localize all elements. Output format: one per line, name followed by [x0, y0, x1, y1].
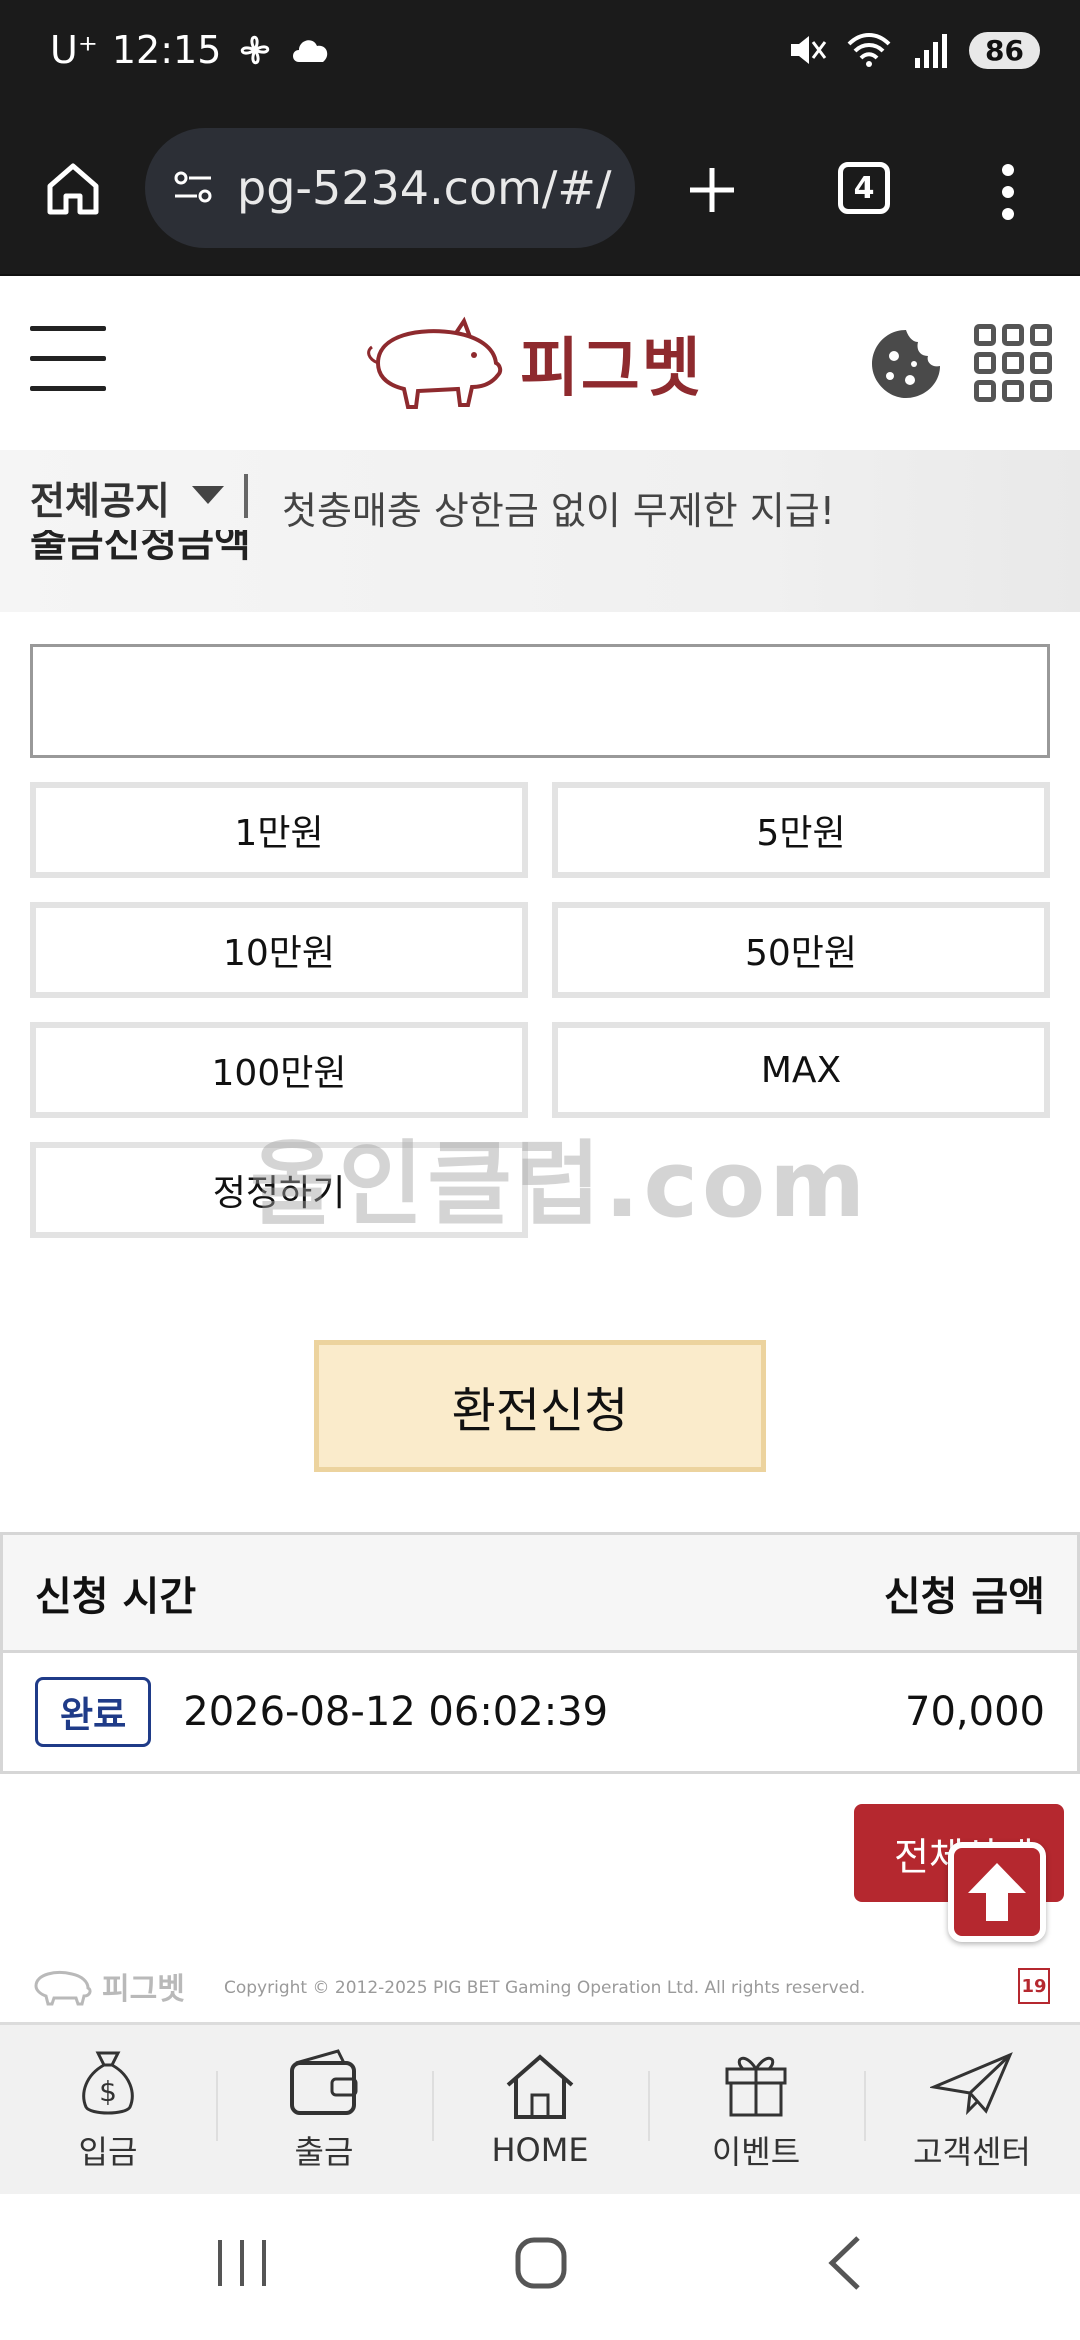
hamburger-menu-icon[interactable] [30, 326, 106, 398]
wifi-icon [847, 33, 891, 67]
url-text: pg-5234.com/#/ [237, 161, 612, 215]
nav-deposit-label: 입금 [78, 2132, 138, 2171]
caret-down-icon[interactable] [192, 486, 224, 504]
more-menu-icon[interactable] [996, 162, 1020, 222]
nav-withdraw-label: 출금 [294, 2132, 354, 2171]
preset-max-button[interactable]: MAX [552, 1022, 1050, 1118]
back-icon[interactable] [818, 2230, 878, 2296]
notice-category-label[interactable]: 전체공지 [30, 470, 170, 525]
money-bag-icon: $ [82, 2051, 134, 2114]
battery-level: 86 [969, 31, 1040, 69]
nav-home-label: HOME [491, 2130, 589, 2169]
table-header: 신청 시간 신청 금액 [3, 1535, 1077, 1653]
status-badge: 완료 [35, 1677, 152, 1747]
recent-apps-icon[interactable] [212, 2230, 272, 2296]
exchange-request-button[interactable]: 환전신청 [314, 1340, 766, 1472]
pinwheel-icon [241, 35, 270, 65]
nav-support[interactable]: 고객센터 [864, 2025, 1080, 2194]
header-request-time: 신청 시간 [35, 1573, 197, 1620]
scroll-top-button[interactable] [948, 1842, 1046, 1942]
withdraw-amount-label: 출금신청금액 [30, 530, 251, 566]
footer: 피그벳 Copyright © 2012-2025 PIG BET Gaming… [0, 1964, 1080, 2018]
age-restriction-badge: 19 [1018, 1968, 1050, 2004]
notice-divider [244, 474, 248, 518]
copyright-text: Copyright © 2012-2025 PIG BET Gaming Ope… [224, 1978, 866, 1998]
wallet-icon [290, 2048, 358, 2115]
status-bar: U⁺ 12:15 86 [0, 0, 1080, 108]
nav-support-label: 고객센터 [913, 2132, 1031, 2171]
paper-plane-icon [930, 2051, 1013, 2115]
svg-text:$: $ [99, 2075, 117, 2108]
nav-event[interactable]: 이벤트 [648, 2025, 864, 2194]
arrow-up-icon [968, 1863, 1026, 1921]
home-button-icon[interactable] [512, 2230, 572, 2296]
request-history-table: 신청 시간 신청 금액 완료 2026-08-12 06:02:39 70,00… [0, 1532, 1080, 1774]
footer-logo: 피그벳 [30, 1964, 185, 2008]
logo-text: 피그벳 [520, 332, 703, 406]
site-settings-icon[interactable] [169, 164, 217, 212]
cookie-icon[interactable] [868, 326, 944, 402]
gift-icon [725, 2056, 787, 2116]
pig-logo-icon [367, 316, 503, 409]
signal-icon [915, 34, 948, 68]
site-header: 피그벳 [0, 274, 1080, 450]
nav-home[interactable]: HOME [432, 2025, 648, 2194]
row-time: 2026-08-12 06:02:39 [183, 1689, 609, 1735]
header-request-amount: 신청 금액 [883, 1573, 1045, 1620]
nav-deposit[interactable]: $ 입금 [0, 2025, 216, 2194]
preset-10k-button[interactable]: 1만원 [30, 782, 528, 878]
new-tab-icon[interactable] [686, 164, 738, 216]
amount-input[interactable] [30, 644, 1050, 758]
mute-icon [791, 36, 827, 64]
apps-grid-icon[interactable] [974, 324, 1052, 402]
tab-switcher-button[interactable]: 4 [838, 162, 890, 214]
row-amount: 70,000 [905, 1689, 1045, 1735]
preset-50k-button[interactable]: 5만원 [552, 782, 1050, 878]
home-icon [506, 2053, 574, 2119]
notice-bar: 전체공지 첫충매충 상한금 없이 무제한 지급! 출금신청금액 [0, 450, 1080, 612]
site-logo[interactable]: 피그벳 [360, 308, 703, 418]
bottom-navigation: $ 입금 출금 HOME 이벤트 고객센터 [0, 2022, 1080, 2194]
cloud-icon [293, 40, 328, 62]
preset-500k-button[interactable]: 50만원 [552, 902, 1050, 998]
notice-ticker-text[interactable]: 첫충매충 상한금 없이 무제한 지급! [282, 480, 835, 535]
clock: 12:15 [111, 28, 222, 72]
table-row: 완료 2026-08-12 06:02:39 70,000 [3, 1653, 1077, 1771]
carrier-label: U⁺ [50, 28, 98, 72]
system-navigation [0, 2194, 1080, 2340]
preset-1m-button[interactable]: 100만원 [30, 1022, 528, 1118]
home-icon[interactable] [42, 158, 104, 220]
watermark: 올인클럽.com [250, 1131, 870, 1238]
preset-100k-button[interactable]: 10만원 [30, 902, 528, 998]
pig-logo-icon [34, 1971, 92, 2006]
footer-logo-text: 피그벳 [102, 1972, 185, 2007]
nav-event-label: 이벤트 [711, 2132, 801, 2171]
address-bar[interactable]: pg-5234.com/#/ [145, 128, 635, 248]
browser-toolbar: pg-5234.com/#/ 4 [0, 108, 1080, 274]
nav-withdraw[interactable]: 출금 [216, 2025, 432, 2194]
